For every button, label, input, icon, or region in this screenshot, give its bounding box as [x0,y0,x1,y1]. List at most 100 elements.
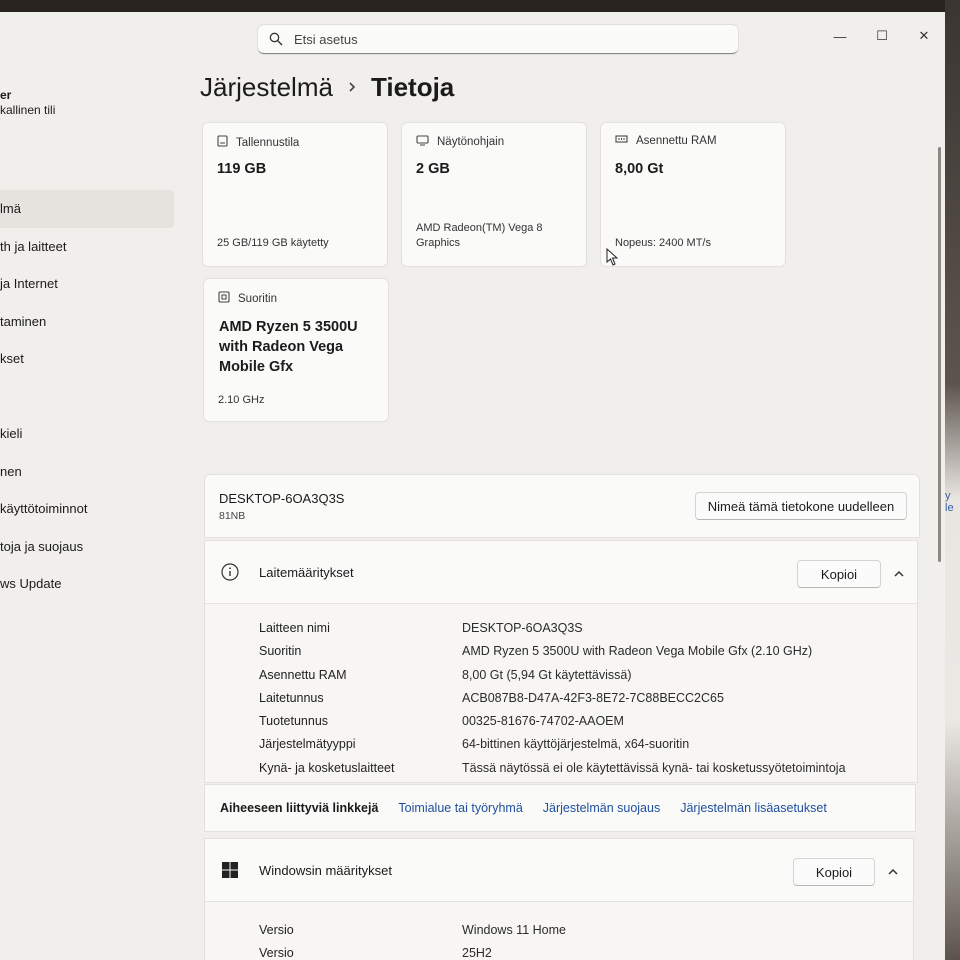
ram-value: 8,00 Gt [615,161,664,177]
device-name: DESKTOP-6OA3Q3S [219,491,345,506]
rename-pc-button[interactable]: Nimeä tämä tietokone uudelleen [695,492,907,520]
maximize-button[interactable]: ☐ [861,24,903,48]
device-model: 81NB [219,510,246,522]
copy-device-specs-button[interactable]: Kopioi [797,560,881,588]
spec-value: 00325-81676-74702-AAOEM [462,714,624,729]
scrollbar[interactable] [938,147,941,562]
search-box[interactable]: Etsi asetus [258,25,738,54]
sidebar-item-label: käyttötoiminnot [0,501,88,517]
spec-key: Asennettu RAM [259,667,347,682]
chevron-up-icon[interactable] [891,566,907,582]
background-window-text: y le [945,490,954,514]
related-links-heading: Aiheeseen liittyviä linkkejä [220,801,379,815]
storage-icon [217,135,228,150]
breadcrumb: Järjestelmä Tietoja [200,72,454,103]
spec-key: Tuotetunnus [259,714,329,729]
sidebar-item-system[interactable]: lmä [0,190,174,228]
processor-icon [218,291,230,306]
spec-key: Suoritin [259,644,302,659]
sidebar-item-label: th ja laitteet [0,238,67,254]
search-icon [268,31,284,47]
sidebar-item-network[interactable]: ja Internet [0,265,174,303]
sidebar-item-label: kieli [0,426,23,442]
sidebar-item-label: taminen [0,313,47,329]
sidebar-item-bluetooth[interactable]: th ja laitteet [0,228,174,266]
cpu-speed: 2.10 GHz [218,394,265,406]
mouse-cursor-icon [606,247,619,271]
window-controls: — ☐ ✕ [819,24,945,48]
sidebar-item-accounts[interactable] [0,378,174,416]
device-name-bar: DESKTOP-6OA3Q3S 81NB Nimeä tämä tietokon… [204,474,920,538]
gpu-name: AMD Radeon(TM) Vega 8 Graphics [416,222,543,249]
spec-key: Järjestelmätyyppi [259,737,356,752]
sidebar-item-label: nen [0,463,22,479]
gpu-label: Näytönohjain [437,136,505,148]
sidebar-item-accessibility[interactable]: käyttötoiminnot [0,490,174,528]
search-input[interactable]: Etsi asetus [294,32,358,47]
ram-label: Asennettu RAM [636,135,717,147]
sidebar-item-label: toja ja suojaus [0,538,84,554]
link-advanced-system-settings[interactable]: Järjestelmän lisäasetukset [680,801,827,815]
chevron-right-icon [347,77,357,98]
sidebar-item-gaming[interactable]: nen [0,453,174,491]
sidebar-item-label: kset [0,351,24,367]
background-window-edge: y le [945,0,960,960]
windows-specs-header[interactable]: Windowsin määritykset Kopioi [205,839,913,902]
windows-specs-title: Windowsin määritykset [259,863,392,878]
link-system-protection[interactable]: Järjestelmän suojaus [543,801,660,815]
memory-icon [615,135,628,147]
spec-value: Windows 11 Home [462,923,566,937]
display-adapter-icon [416,135,429,149]
spec-value: ACB087B8-D47A-42F3-8E72-7C88BECC2C65 [462,690,724,705]
windows-specs-section: Windowsin määritykset Kopioi Versio Windo… [204,838,914,960]
sidebar-item-apps[interactable]: kset [0,340,174,378]
spec-value: Tässä näytössä ei ole käytettävissä kynä… [462,760,846,775]
ram-card[interactable]: Asennettu RAM 8,00 Gt Nopeus: 2400 MT/s [600,122,786,267]
spec-key: Laitetunnus [259,690,324,705]
device-specs-header[interactable]: Laitemääritykset Kopioi [205,541,917,604]
user-name: er [0,88,12,102]
spec-value: 8,00 Gt (5,94 Gt käytettävissä) [462,667,632,682]
storage-card[interactable]: Tallennustila 119 GB 25 GB/119 GB käytet… [202,122,388,267]
spec-value: 64-bittinen käyttöjärjestelmä, x64-suori… [462,737,690,752]
spec-value: DESKTOP-6OA3Q3S [462,621,583,635]
sidebar-item-label: lmä [0,201,21,217]
gpu-value: 2 GB [416,161,450,177]
sidebar-item-windows-update[interactable]: ws Update [0,565,174,603]
related-links: Aiheeseen liittyviä linkkejä Toimialue t… [204,784,916,832]
spec-key: Versio [259,923,294,937]
info-icon [221,563,239,581]
settings-window: Etsi asetus — ☐ ✕ er kallinen tili lmä t… [0,12,945,960]
sidebar-item-label: ja Internet [0,276,58,292]
page-title: Tietoja [370,72,455,102]
spec-key: Kynä- ja kosketuslaitteet [259,760,395,775]
gpu-card[interactable]: Näytönohjain 2 GB AMD Radeon(TM) Vega 8 … [401,122,587,267]
sidebar-nav: lmä th ja laitteet ja Internet taminen k… [0,190,174,603]
sidebar-item-label: ws Update [0,576,62,592]
cpu-value: AMD Ryzen 5 3500U with Radeon Vega Mobil… [219,319,358,375]
spec-value: AMD Ryzen 5 3500U with Radeon Vega Mobil… [462,644,813,659]
chevron-up-icon[interactable] [885,864,901,880]
windows-logo-icon [221,861,239,879]
device-specs-title: Laitemääritykset [259,565,354,580]
storage-label: Tallennustila [236,136,300,149]
minimize-button[interactable]: — [819,24,861,48]
sidebar-item-language[interactable]: kieli [0,415,174,453]
breadcrumb-parent[interactable]: Järjestelmä [200,72,333,103]
ram-speed: Nopeus: 2400 MT/s [615,237,711,249]
sidebar-item-privacy[interactable]: toja ja suojaus [0,528,174,566]
spec-key: Versio [259,946,294,960]
storage-usage: 25 GB/119 GB käytetty [217,237,329,249]
sidebar-item-personalization[interactable]: taminen [0,303,174,341]
close-button[interactable]: ✕ [903,24,945,48]
link-domain-workgroup[interactable]: Toimialue tai työryhmä [398,801,522,815]
spec-key: Laitteen nimi [259,621,330,635]
spec-value: 25H2 [462,946,492,960]
storage-value: 119 GB [217,161,267,177]
user-account-type: kallinen tili [0,103,56,117]
cpu-card[interactable]: Suoritin AMD Ryzen 5 3500U with Radeon V… [203,278,389,422]
device-specs-section: Laitemääritykset Kopioi Laitteen nimi DES… [204,540,918,783]
cpu-label: Suoritin [238,292,277,305]
copy-windows-specs-button[interactable]: Kopioi [793,858,875,886]
user-account[interactable]: er kallinen tili [0,88,55,118]
